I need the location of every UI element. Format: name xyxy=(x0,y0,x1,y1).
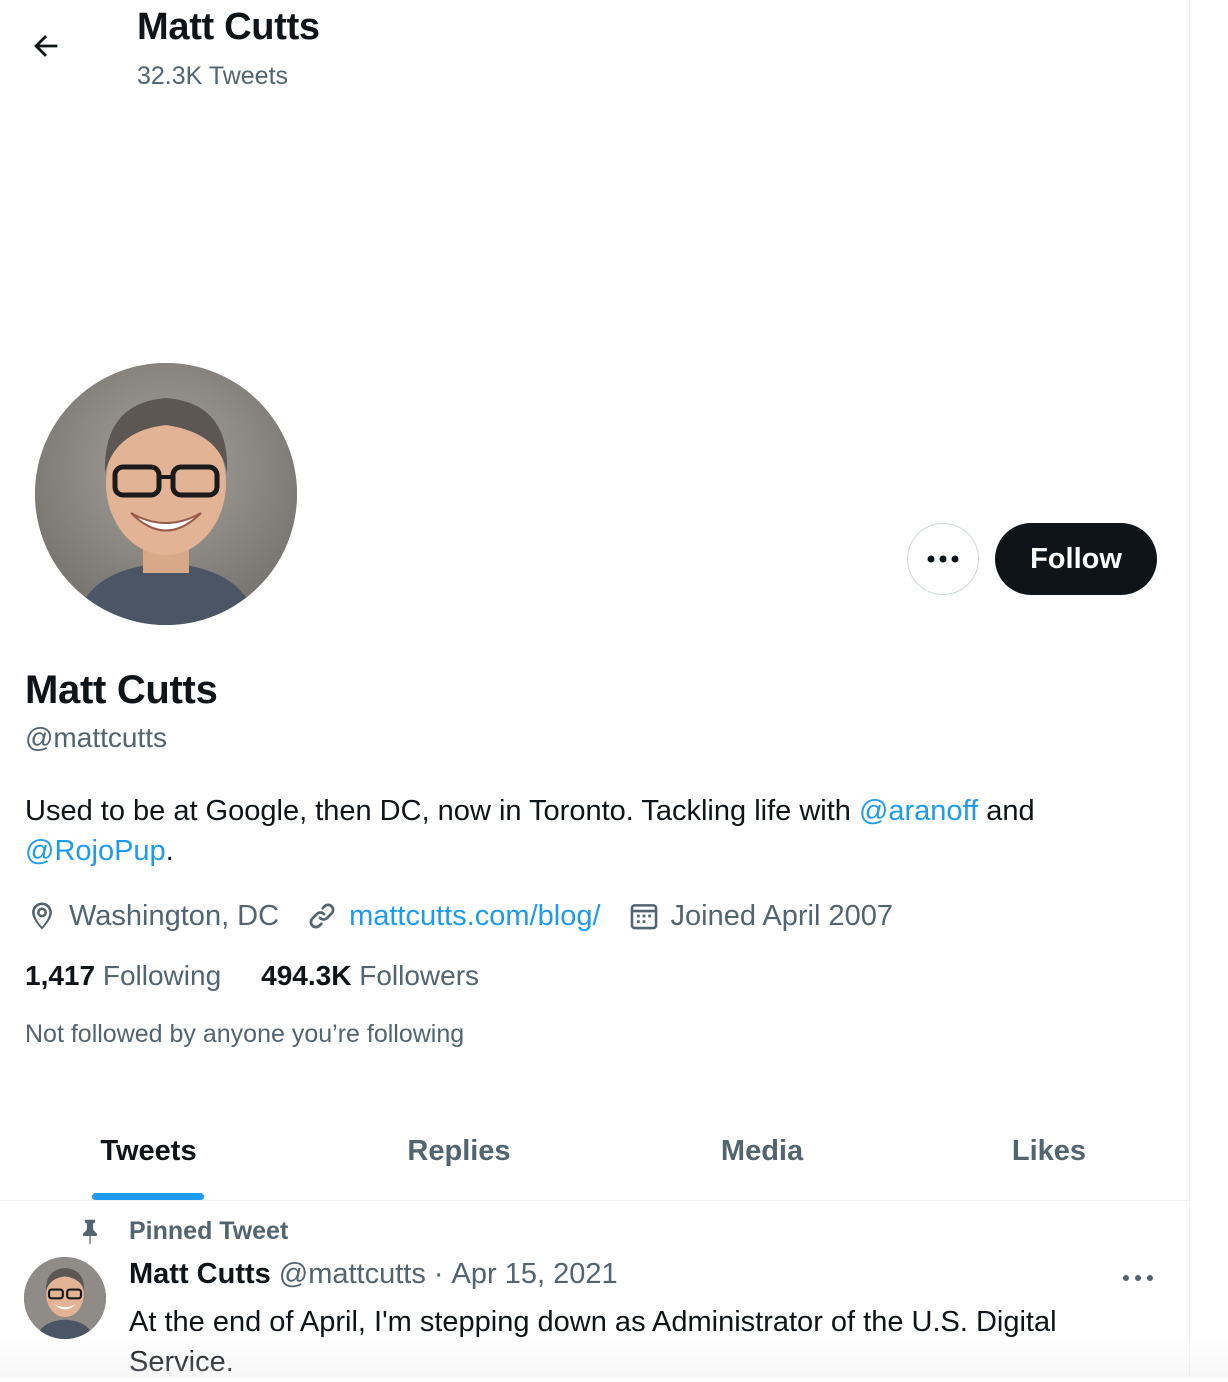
profile-handle: @mattcutts xyxy=(25,722,168,753)
followers-link[interactable]: 494.3K Followers xyxy=(261,960,479,992)
tab-label: Media xyxy=(720,1134,804,1167)
tweet-avatar[interactable] xyxy=(24,1257,106,1339)
pinned-tweet-label: Pinned Tweet xyxy=(75,1216,288,1246)
tab-tweets[interactable]: Tweets xyxy=(0,1102,297,1200)
profile-avatar[interactable] xyxy=(32,360,300,628)
mention-link[interactable]: @aranoff xyxy=(859,795,978,827)
pinned-text: Pinned Tweet xyxy=(129,1216,289,1245)
header-tweet-count: 32.3K Tweets xyxy=(137,62,289,90)
joined-date: Joined April 2007 xyxy=(627,899,894,933)
following-link[interactable]: 1,417 Following xyxy=(25,960,221,992)
tab-label: Tweets xyxy=(100,1134,197,1167)
tweet-author[interactable]: Matt Cutts xyxy=(129,1258,271,1291)
tweet-separator: · xyxy=(433,1258,444,1290)
profile-column: Matt Cutts 32.3K Tweets Follow Matt Cutt… xyxy=(0,0,1190,1378)
tweet-more-button[interactable] xyxy=(1118,1262,1158,1294)
back-button[interactable] xyxy=(24,24,68,68)
tweet-text: At the end of April, I'm stepping down a… xyxy=(129,1306,1057,1378)
tweet-handle[interactable]: @mattcutts xyxy=(279,1258,426,1291)
tab-label: Likes xyxy=(1011,1134,1087,1167)
more-icon xyxy=(927,555,959,563)
tweet-date[interactable]: Apr 15, 2021 xyxy=(452,1258,618,1291)
profile-tabs: Tweets Replies Media Likes xyxy=(0,1102,1189,1201)
follow-button[interactable]: Follow xyxy=(995,523,1157,595)
profile-meta: Washington, DC mattcutts.com/blog/ Joine… xyxy=(25,896,919,936)
profile-name: Matt Cutts xyxy=(25,668,218,712)
profile-bio: Used to be at Google, then DC, now in To… xyxy=(25,791,1155,871)
bio-text: Used to be at Google, then DC, now in To… xyxy=(25,795,859,827)
website: mattcutts.com/blog/ xyxy=(305,899,601,933)
joined-text: Joined April 2007 xyxy=(670,899,894,932)
following-count: 1,417 xyxy=(25,960,96,991)
followers-label: Followers xyxy=(359,960,480,991)
tab-likes[interactable]: Likes xyxy=(903,1102,1195,1200)
bio-text: and xyxy=(978,795,1035,827)
back-arrow-icon xyxy=(34,35,58,57)
followers-count: 494.3K xyxy=(261,960,352,991)
more-icon xyxy=(1123,1275,1153,1281)
avatar-photo xyxy=(35,363,297,625)
link-icon xyxy=(309,903,335,929)
tab-replies[interactable]: Replies xyxy=(297,1102,621,1200)
following-label: Following xyxy=(102,960,222,991)
active-tab-indicator xyxy=(92,1193,204,1200)
tab-media[interactable]: Media xyxy=(621,1102,903,1200)
calendar-icon xyxy=(630,904,657,930)
tab-label: Replies xyxy=(407,1134,511,1167)
bio-text: . xyxy=(165,835,174,867)
location: Washington, DC xyxy=(25,899,279,933)
tweet-header: Matt Cutts @mattcutts · Apr 15, 2021 xyxy=(129,1258,618,1291)
follow-counts: 1,417 Following 494.3K Followers xyxy=(25,960,519,992)
tweet-avatar-photo xyxy=(24,1257,106,1339)
more-options-button[interactable] xyxy=(907,523,979,595)
location-icon xyxy=(32,902,52,930)
header-title: Matt Cutts xyxy=(137,6,320,48)
not-followed-notice: Not followed by anyone you’re following xyxy=(25,1020,465,1048)
pin-icon xyxy=(83,1219,97,1245)
location-text: Washington, DC xyxy=(69,899,280,932)
website-link[interactable]: mattcutts.com/blog/ xyxy=(349,900,600,933)
mention-link[interactable]: @RojoPup xyxy=(25,835,166,867)
